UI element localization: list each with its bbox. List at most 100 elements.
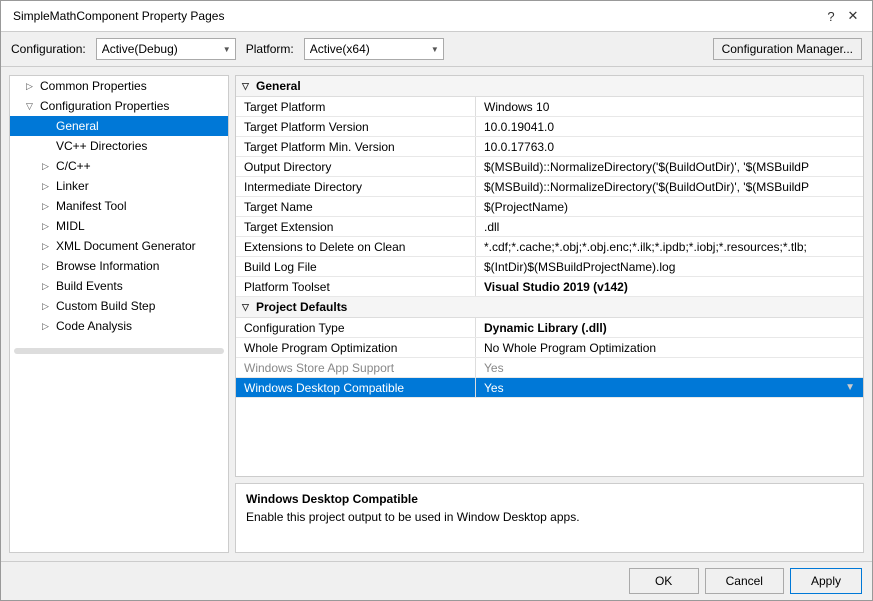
prop-value: $(MSBuild)::NormalizeDirectory('$(BuildO… [476,177,863,196]
prop-value: *.cdf;*.cache;*.obj;*.obj.enc;*.ilk;*.ip… [476,237,863,256]
prop-name: Extensions to Delete on Clean [236,237,476,256]
sidebar-item-linker[interactable]: ▷ Linker [10,176,228,196]
sidebar-item-label: Custom Build Step [56,299,224,313]
table-row[interactable]: Target Platform Min. Version 10.0.17763.… [236,137,863,157]
table-row[interactable]: Build Log File $(IntDir)$(MSBuildProject… [236,257,863,277]
dialog-title: SimpleMathComponent Property Pages [13,9,224,23]
sidebar-item-build-events[interactable]: ▷ Build Events [10,276,228,296]
title-bar-controls: ? ✕ [824,9,860,23]
expand-icon: ▷ [42,261,56,272]
table-row[interactable]: Platform Toolset Visual Studio 2019 (v14… [236,277,863,297]
title-bar: SimpleMathComponent Property Pages ? ✕ [1,1,872,32]
expand-icon: ▷ [42,241,56,252]
section-general-label: General [256,79,301,93]
expand-icon: ▽ [26,101,40,112]
expand-icon: ▷ [42,181,56,192]
sidebar-item-vc-directories[interactable]: VC++ Directories [10,136,228,156]
prop-value: Windows 10 [476,97,863,116]
prop-name: Whole Program Optimization [236,338,476,357]
left-scrollbar[interactable] [14,348,224,354]
ok-button[interactable]: OK [629,568,699,594]
sidebar-item-midl[interactable]: ▷ MIDL [10,216,228,236]
expand-icon: ▷ [42,201,56,212]
prop-value: Yes [476,358,863,377]
sidebar-item-label: Browse Information [56,259,224,273]
expand-icon: ▷ [42,281,56,292]
prop-name: Windows Store App Support [236,358,476,377]
sidebar-item-label: General [56,119,224,133]
config-select[interactable]: Active(Debug) [96,38,236,60]
prop-name: Output Directory [236,157,476,176]
sidebar-item-label: MIDL [56,219,224,233]
dialog-window: SimpleMathComponent Property Pages ? ✕ C… [0,0,873,601]
expand-icon: ▷ [42,321,56,332]
prop-value: $(IntDir)$(MSBuildProjectName).log [476,257,863,276]
info-description: Enable this project output to be used in… [246,510,853,524]
properties-grid: ▽ General Target Platform Windows 10 Tar… [235,75,864,477]
sidebar-item-label: C/C++ [56,159,224,173]
table-row[interactable]: Extensions to Delete on Clean *.cdf;*.ca… [236,237,863,257]
table-row[interactable]: Windows Desktop Compatible Yes ▼ [236,378,863,398]
prop-name: Target Extension [236,217,476,236]
prop-value: Dynamic Library (.dll) [476,318,863,337]
apply-button[interactable]: Apply [790,568,862,594]
sidebar-item-label: Build Events [56,279,224,293]
collapse-icon: ▽ [242,81,256,92]
table-row[interactable]: Target Platform Windows 10 [236,97,863,117]
prop-value: $(ProjectName) [476,197,863,216]
close-button[interactable]: ✕ [846,9,860,23]
config-bar: Configuration: Active(Debug) Platform: A… [1,32,872,67]
bottom-bar: OK Cancel Apply [1,561,872,600]
sidebar-item-label: XML Document Generator [56,239,224,253]
help-button[interactable]: ? [824,9,838,23]
sidebar-item-custom-build-step[interactable]: ▷ Custom Build Step [10,296,228,316]
sidebar-item-manifest-tool[interactable]: ▷ Manifest Tool [10,196,228,216]
table-row[interactable]: Target Extension .dll [236,217,863,237]
sidebar-item-general[interactable]: General [10,116,228,136]
section-project-defaults[interactable]: ▽ Project Defaults [236,297,863,318]
expand-icon: ▷ [42,221,56,232]
main-content: ▷ Common Properties ▽ Configuration Prop… [1,67,872,561]
cancel-button[interactable]: Cancel [705,568,784,594]
prop-name: Windows Desktop Compatible [236,378,476,397]
prop-name: Configuration Type [236,318,476,337]
prop-value: 10.0.19041.0 [476,117,863,136]
sidebar-item-label: Linker [56,179,224,193]
config-manager-button[interactable]: Configuration Manager... [713,38,862,60]
sidebar-item-label: Common Properties [40,79,224,93]
info-panel: Windows Desktop Compatible Enable this p… [235,483,864,553]
table-row[interactable]: Intermediate Directory $(MSBuild)::Norma… [236,177,863,197]
sidebar-item-label: VC++ Directories [56,139,224,153]
prop-name: Target Platform [236,97,476,116]
prop-name: Target Name [236,197,476,216]
sidebar-item-cpp[interactable]: ▷ C/C++ [10,156,228,176]
sidebar-item-xml-doc-generator[interactable]: ▷ XML Document Generator [10,236,228,256]
sidebar-item-label: Manifest Tool [56,199,224,213]
expand-icon: ▷ [42,161,56,172]
table-row[interactable]: Windows Store App Support Yes [236,358,863,378]
expand-icon: ▷ [42,301,56,312]
platform-select[interactable]: Active(x64) [304,38,444,60]
table-row[interactable]: Configuration Type Dynamic Library (.dll… [236,318,863,338]
collapse-icon: ▽ [242,302,256,313]
prop-value: .dll [476,217,863,236]
tree-panel: ▷ Common Properties ▽ Configuration Prop… [9,75,229,553]
sidebar-item-browse-information[interactable]: ▷ Browse Information [10,256,228,276]
section-project-defaults-label: Project Defaults [256,300,347,314]
prop-value: Visual Studio 2019 (v142) [476,277,863,296]
sidebar-item-config-properties[interactable]: ▽ Configuration Properties [10,96,228,116]
table-row[interactable]: Target Name $(ProjectName) [236,197,863,217]
sidebar-item-common-properties[interactable]: ▷ Common Properties [10,76,228,96]
sidebar-item-code-analysis[interactable]: ▷ Code Analysis [10,316,228,336]
prop-value: $(MSBuild)::NormalizeDirectory('$(BuildO… [476,157,863,176]
config-select-wrapper[interactable]: Active(Debug) [96,38,236,60]
section-general[interactable]: ▽ General [236,76,863,97]
table-row[interactable]: Output Directory $(MSBuild)::NormalizeDi… [236,157,863,177]
platform-label: Platform: [246,42,294,56]
table-row[interactable]: Whole Program Optimization No Whole Prog… [236,338,863,358]
table-row[interactable]: Target Platform Version 10.0.19041.0 [236,117,863,137]
platform-select-wrapper[interactable]: Active(x64) [304,38,444,60]
info-title: Windows Desktop Compatible [246,492,853,506]
prop-value: Yes ▼ [476,378,863,397]
sidebar-item-label: Code Analysis [56,319,224,333]
